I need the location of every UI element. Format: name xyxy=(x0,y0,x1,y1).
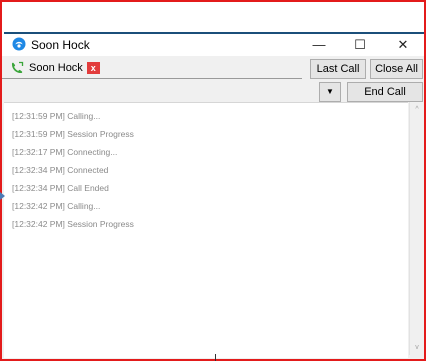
phone-icon xyxy=(11,61,24,74)
call-controls-bar: ▼ End Call xyxy=(2,80,424,102)
close-window-button[interactable]: ✕ xyxy=(386,34,420,56)
end-call-button[interactable]: End Call xyxy=(347,82,423,102)
bottom-marker xyxy=(215,354,216,361)
close-all-button[interactable]: Close All xyxy=(370,59,423,79)
log-scrollbar[interactable]: ^ v xyxy=(409,102,424,355)
log-entry: [12:32:42 PM] Session Progress xyxy=(12,219,134,229)
log-entry: [12:32:34 PM] Connected xyxy=(12,165,109,175)
desktop-strip xyxy=(2,2,424,33)
maximize-button[interactable]: ☐ xyxy=(343,34,377,56)
contact-tab[interactable]: Soon Hock x xyxy=(10,59,100,77)
scroll-down-icon[interactable]: v xyxy=(410,342,424,354)
highlight-frame: Soon Hock — ☐ ✕ Soon Hock x Last Call Cl… xyxy=(0,0,426,361)
scroll-up-icon[interactable]: ^ xyxy=(410,104,424,116)
minimize-button[interactable]: — xyxy=(302,34,336,56)
log-entry: [12:32:17 PM] Connecting... xyxy=(12,147,118,157)
app-logo-icon xyxy=(12,37,26,51)
close-tab-icon[interactable]: x xyxy=(86,62,100,74)
log-entry: [12:32:42 PM] Calling... xyxy=(12,201,101,211)
call-options-dropdown[interactable]: ▼ xyxy=(319,82,341,102)
last-call-button[interactable]: Last Call xyxy=(310,59,366,79)
title-bar[interactable]: Soon Hock — ☐ ✕ xyxy=(2,34,424,56)
tab-underline xyxy=(2,78,302,79)
call-log: [12:31:59 PM] Calling... [12:31:59 PM] S… xyxy=(4,102,408,358)
log-entry: [12:31:59 PM] Calling... xyxy=(12,111,101,121)
log-entry: [12:31:59 PM] Session Progress xyxy=(12,129,134,139)
tab-toolbar: Soon Hock x Last Call Close All xyxy=(2,56,424,80)
window-title: Soon Hock xyxy=(31,38,90,52)
contact-tab-label: Soon Hock xyxy=(29,62,83,74)
log-entry: [12:32:34 PM] Call Ended xyxy=(12,183,109,193)
pointer-arrow-icon xyxy=(0,192,5,200)
